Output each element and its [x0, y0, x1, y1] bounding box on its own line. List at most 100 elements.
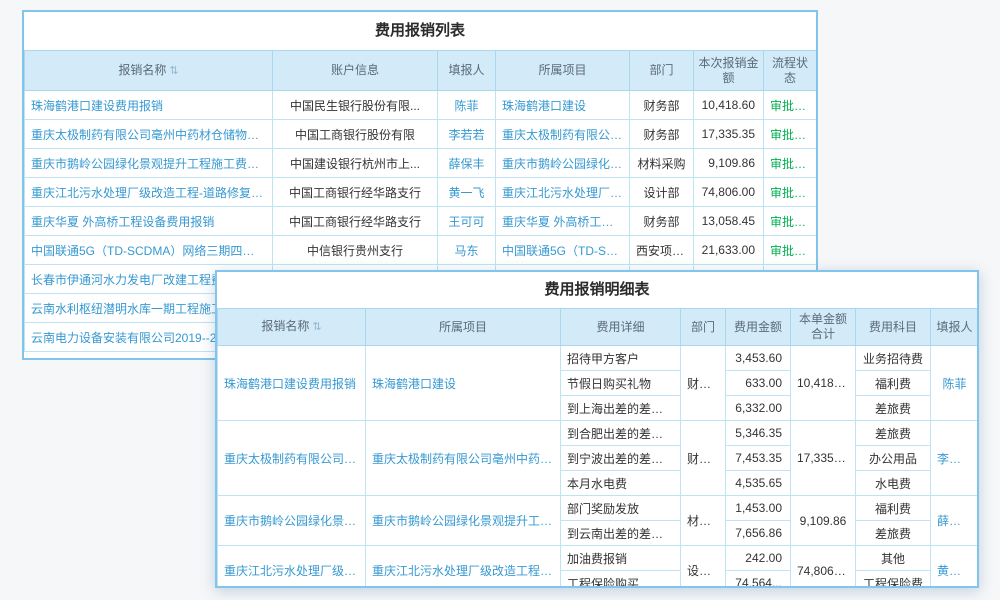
cell-reporter[interactable]: 李若若	[931, 421, 979, 496]
column-header-报销名称[interactable]: 报销名称⇅	[25, 51, 273, 91]
cell-reporter[interactable]: 薛保丰	[438, 149, 496, 178]
cell-amount: 6,332.00	[726, 396, 791, 421]
cell-name[interactable]: 重庆市鹅岭公园绿化景观提升工程施工费用报销	[25, 149, 273, 178]
column-label: 所属项目	[439, 320, 487, 334]
cell-reporter[interactable]: 黄一飞	[438, 178, 496, 207]
cell-amount: 5,346.35	[726, 421, 791, 446]
column-header-部门: 部门	[630, 51, 694, 91]
cell-detail: 本月水电费	[561, 471, 681, 496]
cell-project[interactable]: 珠海鹤港口建设	[496, 91, 630, 120]
cell-category: 差旅费	[856, 421, 931, 446]
cell-reporter[interactable]: 陈菲	[438, 91, 496, 120]
sort-icon[interactable]: ⇅	[169, 65, 178, 77]
cell-status[interactable]: 审批通过	[764, 91, 817, 120]
column-header-本单金额合计: 本单金额合计	[791, 309, 856, 346]
table-row: 重庆市鹅岭公园绿化景观提升工程施工费用报销中国建设银行杭州市上...薛保丰重庆市…	[25, 149, 817, 178]
column-label: 费用详细	[596, 320, 644, 334]
cell-category: 工程保险费	[856, 571, 931, 589]
column-header-报销名称[interactable]: 报销名称⇅	[218, 309, 366, 346]
cell-project[interactable]: 重庆市鹅岭公园绿化景观提升工程施工	[366, 496, 561, 546]
cell-status[interactable]: 审批通过	[764, 207, 817, 236]
cell-reporter[interactable]: 李若若	[438, 120, 496, 149]
cell-detail: 到合肥出差的差旅费	[561, 421, 681, 446]
cell-detail: 招待甲方客户	[561, 346, 681, 371]
cell-project[interactable]: 重庆太极制药有限公司亳州中药材仓储物流...	[366, 421, 561, 496]
cell-amount: 13,058.45	[694, 207, 764, 236]
cell-amount: 4,535.65	[726, 471, 791, 496]
column-label: 报销名称	[261, 319, 309, 333]
cell-status[interactable]: 审批通过	[764, 236, 817, 265]
expense-detail-window: 费用报销明细表 报销名称⇅所属项目费用详细部门费用金额本单金额合计费用科目填报人…	[215, 270, 979, 588]
cell-status[interactable]: 审批通过	[764, 178, 817, 207]
cell-account: 中国建设银行杭州市上...	[273, 149, 438, 178]
cell-reporter[interactable]: 薛保丰	[931, 496, 979, 546]
column-label: 填报人	[448, 63, 484, 77]
column-label: 所属项目	[538, 63, 586, 77]
cell-project[interactable]: 中国联通5G（TD-SCDMA）网...	[496, 236, 630, 265]
cell-total: 74,806.00	[791, 546, 856, 589]
column-header-所属项目: 所属项目	[496, 51, 630, 91]
cell-total: 17,335.35	[791, 421, 856, 496]
cell-reporter[interactable]: 黄一飞	[931, 546, 979, 589]
cell-name[interactable]: 重庆华夏 外高桥工程设备费用报销	[25, 207, 273, 236]
cell-account: 中信银行贵州支行	[273, 236, 438, 265]
cell-amount: 7,453.35	[726, 446, 791, 471]
cell-project[interactable]: 珠海鹤港口建设	[366, 346, 561, 421]
table-row: 重庆江北污水处理厂级改造工程-道路修复工程费用...中国工商银行经华路支行黄一飞…	[25, 178, 817, 207]
cell-name[interactable]: 重庆太极制药有限公司亳州中药材...	[218, 421, 366, 496]
cell-amount: 7,656.86	[726, 521, 791, 546]
cell-dept: 财务部	[681, 346, 726, 421]
cell-amount: 242.00	[726, 546, 791, 571]
cell-amount: 3,453.60	[726, 346, 791, 371]
cell-detail: 到云南出差的差旅费	[561, 521, 681, 546]
cell-project[interactable]: 重庆市鹅岭公园绿化景观提升...	[496, 149, 630, 178]
cell-name[interactable]: 中国联通5G（TD-SCDMA）网络三期四川工程费...	[25, 236, 273, 265]
column-header-本次报销金额: 本次报销金额	[694, 51, 764, 91]
cell-reporter[interactable]: 王可可	[438, 207, 496, 236]
cell-dept: 设计部	[630, 178, 694, 207]
sort-icon[interactable]: ⇅	[312, 321, 321, 333]
cell-project[interactable]: 重庆华夏 外高桥工程设备	[496, 207, 630, 236]
cell-account: 中国民生银行股份有限...	[273, 91, 438, 120]
cell-project[interactable]: 重庆江北污水处理厂级改造工...	[496, 178, 630, 207]
cell-total: 9,109.86	[791, 496, 856, 546]
cell-dept: 西安项目部	[630, 236, 694, 265]
cell-amount: 17,335.35	[694, 120, 764, 149]
cell-name[interactable]: 重庆江北污水处理厂级改造工程-...	[218, 546, 366, 589]
cell-category: 福利费	[856, 496, 931, 521]
cell-category: 福利费	[856, 371, 931, 396]
cell-category: 办公用品	[856, 446, 931, 471]
cell-project[interactable]: 重庆太极制药有限公司亳州中...	[496, 120, 630, 149]
cell-dept: 财务部	[630, 207, 694, 236]
expense-detail-table: 报销名称⇅所属项目费用详细部门费用金额本单金额合计费用科目填报人 珠海鹤港口建设…	[217, 308, 979, 588]
table-row: 重庆江北污水处理厂级改造工程-...重庆江北污水处理厂级改造工程-道路修复工加油…	[218, 546, 979, 571]
table-row: 重庆华夏 外高桥工程设备费用报销中国工商银行经华路支行王可可重庆华夏 外高桥工程…	[25, 207, 817, 236]
cell-category: 水电费	[856, 471, 931, 496]
column-header-填报人: 填报人	[931, 309, 979, 346]
cell-dept: 财务部	[681, 421, 726, 496]
cell-detail: 工程保险购买	[561, 571, 681, 589]
column-label: 本单金额合计	[799, 312, 847, 341]
cell-status[interactable]: 审批通过	[764, 120, 817, 149]
column-label: 部门	[649, 63, 673, 77]
column-label: 流程状态	[772, 56, 808, 85]
cell-category: 差旅费	[856, 396, 931, 421]
column-header-费用科目: 费用科目	[856, 309, 931, 346]
cell-name[interactable]: 重庆江北污水处理厂级改造工程-道路修复工程费用...	[25, 178, 273, 207]
column-header-所属项目: 所属项目	[366, 309, 561, 346]
cell-name[interactable]: 重庆太极制药有限公司亳州中药材仓储物流基地项...	[25, 120, 273, 149]
cell-reporter[interactable]: 马东	[438, 236, 496, 265]
cell-project[interactable]: 重庆江北污水处理厂级改造工程-道路修复工	[366, 546, 561, 589]
expense-list-header-row: 报销名称⇅ 账户信息 填报人 所属项目 部门 本次报销金额流程状态	[25, 51, 817, 91]
column-label: 部门	[691, 320, 715, 334]
cell-category: 差旅费	[856, 521, 931, 546]
cell-name[interactable]: 重庆市鹅岭公园绿化景观提升工程...	[218, 496, 366, 546]
table-row: 重庆太极制药有限公司亳州中药材...重庆太极制药有限公司亳州中药材仓储物流...…	[218, 421, 979, 446]
cell-name[interactable]: 珠海鹤港口建设费用报销	[25, 91, 273, 120]
cell-reporter[interactable]: 陈菲	[931, 346, 979, 421]
cell-amount: 74,806.00	[694, 178, 764, 207]
cell-name[interactable]: 珠海鹤港口建设费用报销	[218, 346, 366, 421]
cell-detail: 到宁波出差的差旅费	[561, 446, 681, 471]
cell-status[interactable]: 审批通过	[764, 149, 817, 178]
column-label: 账户信息	[331, 63, 379, 77]
